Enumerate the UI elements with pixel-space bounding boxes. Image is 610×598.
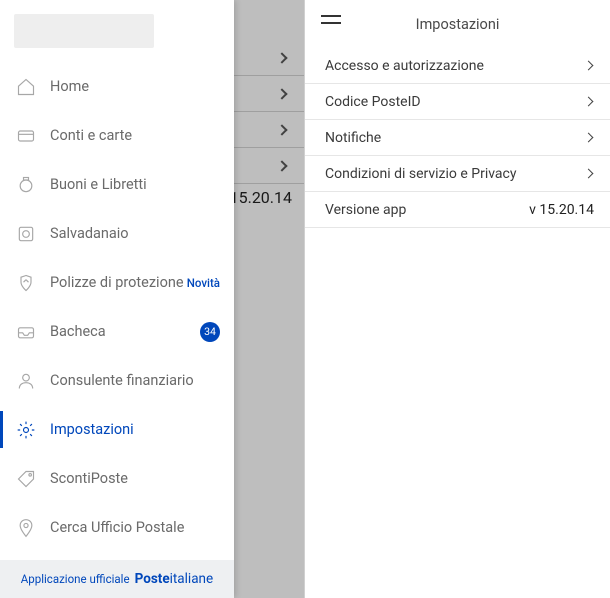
sidebar-item-label: Consulente finanziario — [50, 372, 194, 389]
settings-list: Accesso e autorizzazione Codice PosteID No… — [305, 48, 610, 228]
sidebar-item-label: Cerca Ufficio Postale — [50, 519, 184, 536]
tag-icon — [16, 469, 36, 489]
sidebar-item-label: Home — [50, 78, 89, 95]
user-placeholder — [14, 14, 154, 48]
settings-row-value: v 15.20.14 — [529, 202, 594, 218]
settings-row[interactable]: Notifiche — [305, 120, 610, 156]
sidebar-item-piggy[interactable]: Salvadanaio — [0, 209, 234, 258]
sidebar-item-inbox[interactable]: Bacheca 34 — [0, 307, 234, 356]
sidebar-item-label: Bacheca — [50, 323, 106, 340]
sidebar-item-label: Salvadanaio — [50, 225, 129, 242]
sidebar-item-label: Conti e carte — [50, 127, 132, 144]
sidebar-item-tag[interactable]: ScontiPoste — [0, 454, 234, 503]
drawer-header — [0, 0, 234, 62]
card-icon — [16, 126, 36, 146]
gear-icon — [16, 420, 36, 440]
sidebar-item-person[interactable]: Consulente finanziario — [0, 356, 234, 405]
settings-row-label: Condizioni di servizio e Privacy — [325, 166, 516, 182]
sidebar-item-label: Impostazioni — [50, 421, 134, 438]
sidebar-item-jar[interactable]: Buoni e Libretti — [0, 160, 234, 209]
home-icon — [16, 77, 36, 97]
settings-header: Impostazioni — [305, 0, 610, 48]
chevron-right-icon — [584, 61, 594, 71]
new-tag: Novità — [187, 276, 220, 290]
settings-title: Impostazioni — [305, 16, 610, 33]
settings-row: Versione app v 15.20.14 — [305, 192, 610, 228]
inbox-icon — [16, 322, 36, 342]
settings-row-label: Versione app — [325, 202, 406, 218]
sidebar-item-label: Buoni e Libretti — [50, 176, 147, 193]
left-panel: 15.20.14 HomeConti e carteBuoni e Libret… — [0, 0, 305, 598]
navigation-drawer: Home Conti e carte Buoni e Libretti Salvada… — [0, 0, 234, 598]
brand-light: italiane — [170, 571, 214, 587]
shield-icon — [16, 273, 36, 293]
settings-row[interactable]: Condizioni di servizio e Privacy — [305, 156, 610, 192]
chevron-right-icon — [584, 169, 594, 179]
settings-row-label: Notifiche — [325, 130, 381, 146]
drawer-menu: Home Conti e carte Buoni e Libretti Salvada… — [0, 62, 234, 560]
sidebar-item-card[interactable]: Conti e carte — [0, 111, 234, 160]
count-badge: 34 — [200, 322, 220, 342]
pin-icon — [16, 518, 36, 538]
brand-bold: Poste — [135, 571, 170, 587]
settings-row[interactable]: Accesso e autorizzazione — [305, 48, 610, 84]
sidebar-item-home[interactable]: Home — [0, 62, 234, 111]
sidebar-item-pin[interactable]: Cerca Ufficio Postale — [0, 503, 234, 552]
chevron-right-icon — [584, 133, 594, 143]
sidebar-item-shield[interactable]: Polizze di protezioneNovità — [0, 258, 234, 307]
sidebar-item-label: Polizze di protezione — [50, 274, 184, 291]
settings-row[interactable]: Codice PosteID — [305, 84, 610, 120]
settings-screen: Impostazioni Accesso e autorizzazione Cod… — [305, 0, 610, 598]
person-icon — [16, 371, 36, 391]
settings-row-label: Accesso e autorizzazione — [325, 58, 484, 74]
sidebar-item-gear[interactable]: Impostazioni — [0, 405, 234, 454]
jar-icon — [16, 175, 36, 195]
chevron-right-icon — [584, 97, 594, 107]
sidebar-item-label: ScontiPoste — [50, 470, 128, 487]
footer-text: Applicazione ufficiale — [21, 572, 130, 586]
piggy-icon — [16, 224, 36, 244]
hamburger-icon[interactable] — [321, 15, 341, 29]
drawer-footer: Applicazione ufficiale Posteitaliane — [0, 560, 234, 598]
settings-row-label: Codice PosteID — [325, 94, 421, 110]
